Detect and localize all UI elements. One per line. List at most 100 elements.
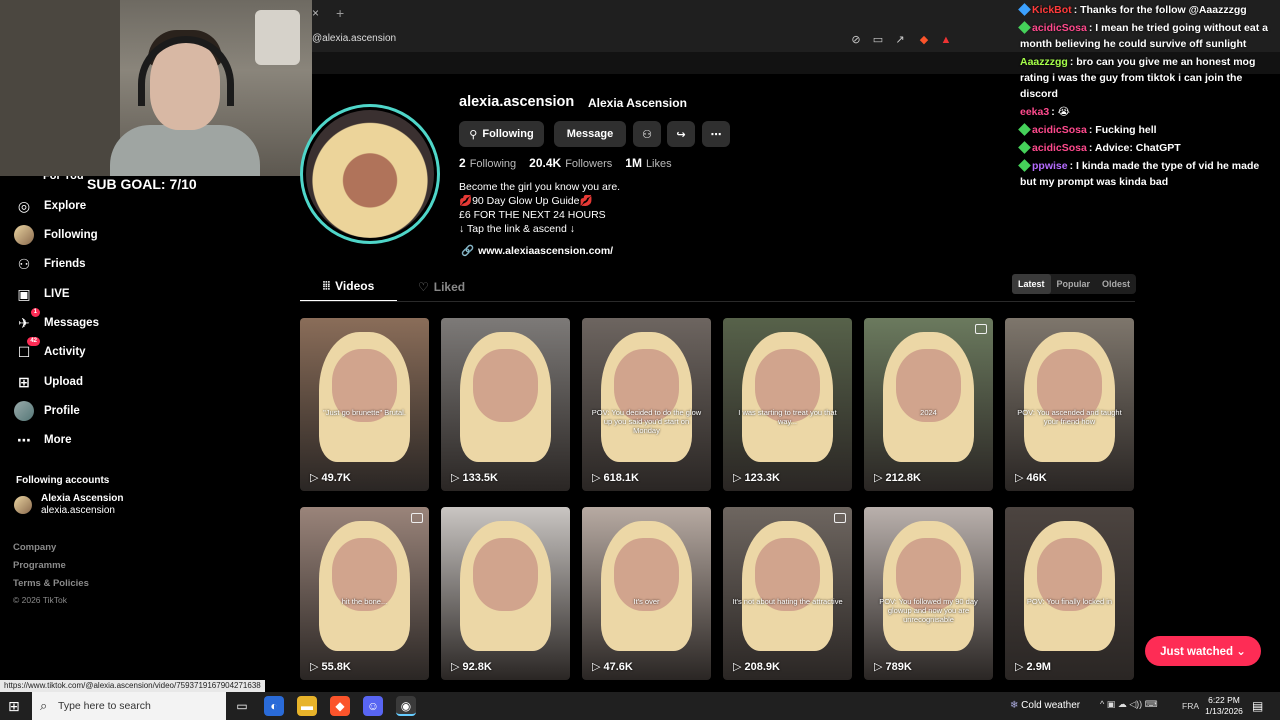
clock[interactable]: 6:22 PM 1/13/2026: [1200, 695, 1248, 717]
copilot-icon[interactable]: ◐: [264, 696, 284, 716]
friends-icon: ⚇: [17, 255, 31, 272]
video-caption: "Just go brunette" Brutal.: [323, 407, 406, 417]
video-views: ▷ 618.1K: [592, 472, 639, 484]
footer-company[interactable]: Company: [13, 542, 56, 553]
stat-following[interactable]: 2 Following: [459, 156, 516, 170]
person-icon: ⚲: [469, 128, 478, 141]
language-indicator[interactable]: FRA: [1182, 701, 1199, 711]
windows-start-icon[interactable]: ⊞: [8, 698, 20, 715]
add-friend-button[interactable]: ⚇: [633, 121, 661, 147]
nav-friends[interactable]: ⚇ Friends: [14, 252, 86, 276]
profile-avatar[interactable]: [300, 104, 440, 244]
add-person-icon: ⚇: [642, 128, 652, 141]
video-thumbnail[interactable]: hit the bone... ▷ 55.8K: [300, 507, 429, 680]
windows-taskbar: ⊞ ⌕ Type here to search ▭ ◐ ▬ ◆ ☺ ◉ ❄ Co…: [0, 692, 1280, 720]
following-button[interactable]: ⚲ Following: [459, 121, 544, 147]
profile-stats: 2 Following 20.4K Followers 1M Likes: [459, 156, 672, 170]
nav-explore[interactable]: ◎ Explore: [14, 194, 86, 218]
following-account-item[interactable]: Alexia Ascension alexia.ascension: [14, 493, 123, 517]
rewards-icon[interactable]: ▲: [938, 32, 954, 48]
chat-badge-icon: [1018, 141, 1031, 154]
share-icon[interactable]: ↗: [892, 32, 908, 48]
nav-messages[interactable]: ✈ 1 Messages: [14, 308, 99, 335]
mute-icon[interactable]: ⊘: [848, 32, 864, 48]
video-thumbnail[interactable]: POV: You decided to do the glow up you s…: [582, 318, 711, 491]
upload-icon: ⊞: [18, 373, 30, 390]
profile-link[interactable]: 🔗 www.alexiaascension.com/: [461, 244, 613, 258]
sort-latest[interactable]: Latest: [1012, 274, 1051, 294]
weather-widget[interactable]: ❄ Cold weather: [1010, 700, 1080, 711]
notification-icon[interactable]: ▤: [1252, 699, 1263, 713]
nav-following[interactable]: Following: [14, 223, 98, 247]
video-thumbnail[interactable]: It's over ▷ 47.6K: [582, 507, 711, 680]
play-icon: ▷: [1015, 661, 1027, 673]
webcam-overlay: [0, 0, 312, 176]
video-thumbnail[interactable]: 2024 ▷ 212.8K: [864, 318, 993, 491]
tab-liked[interactable]: ♡ Liked: [418, 272, 465, 302]
grid-icon: ⦙⦙⦙: [322, 279, 331, 292]
nav-upload[interactable]: ⊞ Upload: [14, 370, 83, 394]
profile-icon: [14, 401, 34, 421]
play-icon: ▷: [733, 472, 745, 484]
play-icon: ▷: [592, 661, 604, 673]
video-thumbnail[interactable]: "Just go brunette" Brutal. ▷ 49.7K: [300, 318, 429, 491]
taskbar-search[interactable]: ⌕ Type here to search: [32, 692, 226, 720]
url-text[interactable]: @alexia.ascension: [312, 33, 396, 44]
video-views: ▷ 92.8K: [451, 661, 492, 673]
share-button[interactable]: ↪: [667, 121, 695, 147]
chat-message: KickBot: Thanks for the follow @Aaazzzgg: [1018, 2, 1278, 18]
video-thumbnail[interactable]: ▷ 133.5K: [441, 318, 570, 491]
more-options-button[interactable]: ⋯: [702, 121, 730, 147]
new-tab-icon[interactable]: +: [336, 5, 344, 21]
tab-close-icon[interactable]: ×: [312, 6, 319, 20]
message-button[interactable]: Message: [554, 121, 626, 147]
chat-badge-icon: [1018, 3, 1031, 16]
tab-videos[interactable]: ⦙⦙⦙ Videos: [300, 272, 397, 302]
profile-bio: Become the girl you know you are. 💋90 Da…: [459, 181, 621, 235]
activity-badge: 42: [27, 337, 40, 346]
brave-browser-icon[interactable]: ◆: [330, 696, 350, 716]
footer-programme[interactable]: Programme: [13, 560, 66, 571]
chat-username[interactable]: acidicSosa: [1032, 22, 1087, 34]
video-thumbnail[interactable]: POV: You ascended and taught your friend…: [1005, 318, 1134, 491]
nav-activity[interactable]: ☐ 42 Activity: [14, 337, 86, 364]
chat-message: acidicSosa: Advice: ChatGPT: [1018, 140, 1278, 156]
system-tray[interactable]: ^ ▣ ☁ ◁)) ⌨: [1100, 699, 1158, 710]
task-view-icon[interactable]: ▭: [232, 696, 252, 716]
brave-shield-icon[interactable]: ◆: [916, 32, 932, 48]
share-icon: ↪: [676, 128, 686, 141]
nav-profile[interactable]: Profile: [14, 399, 80, 423]
chat-username[interactable]: ppwise: [1032, 160, 1068, 172]
video-thumbnail[interactable]: ▷ 92.8K: [441, 507, 570, 680]
chat-username[interactable]: acidicSosa: [1032, 142, 1087, 154]
discord-icon[interactable]: ☺: [363, 696, 383, 716]
chat-username[interactable]: eeka3: [1020, 106, 1049, 118]
play-icon: ▷: [733, 661, 745, 673]
sort-oldest[interactable]: Oldest: [1096, 274, 1136, 294]
chat-username[interactable]: KickBot: [1032, 4, 1072, 16]
stat-followers[interactable]: 20.4K Followers: [529, 156, 612, 170]
chat-message: acidicSosa: I mean he tried going withou…: [1018, 20, 1278, 52]
footer-terms[interactable]: Terms & Policies: [13, 578, 89, 589]
profile-display-name: Alexia Ascension: [588, 96, 687, 110]
chat-username[interactable]: Aaazzzgg: [1020, 56, 1068, 68]
chat-text: : Fucking hell: [1088, 124, 1157, 136]
video-thumbnail[interactable]: POV: You followed my 90 day glowup and n…: [864, 507, 993, 680]
obs-icon[interactable]: ◉: [396, 696, 416, 716]
file-explorer-icon[interactable]: ▬: [297, 696, 317, 716]
sort-popular[interactable]: Popular: [1051, 274, 1097, 294]
nav-live[interactable]: ▣ LIVE: [14, 282, 69, 306]
chat-username[interactable]: acidicSosa: [1032, 124, 1087, 136]
video-views: ▷ 208.9K: [733, 661, 780, 673]
screen-icon[interactable]: ▭: [870, 32, 886, 48]
video-thumbnail[interactable]: POV: You finally locked in ▷ 2.9M: [1005, 507, 1134, 680]
copyright: © 2026 TikTok: [13, 595, 67, 605]
just-watched-button[interactable]: Just watched ⌄: [1145, 636, 1261, 666]
video-thumbnail[interactable]: It's not about hating the attractive ▷ 20…: [723, 507, 852, 680]
link-icon: 🔗: [461, 245, 475, 257]
compass-icon: ◎: [17, 197, 31, 214]
video-thumbnail[interactable]: I was starting to treat you that way... ▷…: [723, 318, 852, 491]
nav-more[interactable]: ⋯ More: [14, 428, 71, 452]
weather-icon: ❄: [1010, 700, 1019, 711]
video-views: ▷ 47.6K: [592, 661, 633, 673]
